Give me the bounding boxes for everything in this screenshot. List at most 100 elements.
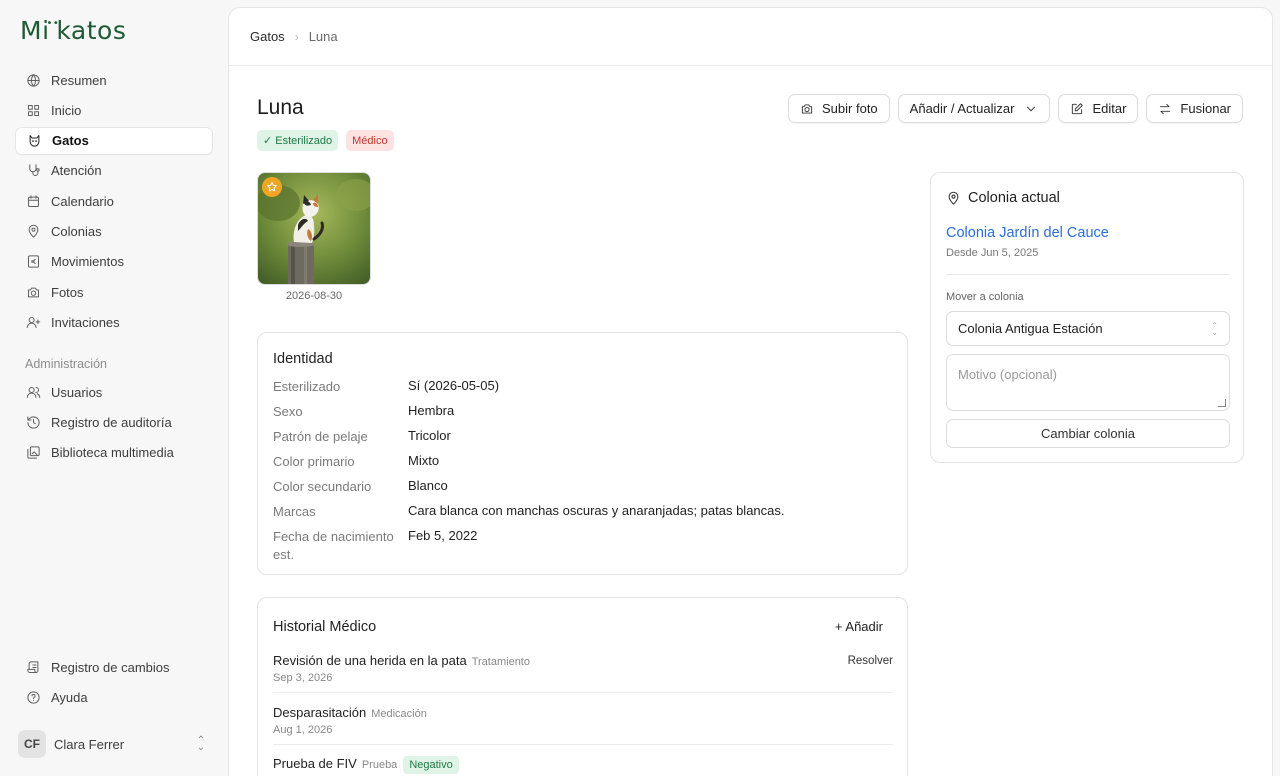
- camera-icon: [25, 284, 41, 300]
- row-value: Blanco: [408, 478, 448, 493]
- identity-title: Identidad: [273, 351, 333, 367]
- colony-title: Colonia actual: [968, 190, 1060, 206]
- edit-button[interactable]: Editar: [1058, 94, 1139, 123]
- resize-handle-icon[interactable]: [1218, 399, 1226, 407]
- change-colony-button[interactable]: Cambiar colonia: [946, 419, 1230, 448]
- sidebar-item-calendario[interactable]: Calendario: [15, 187, 213, 215]
- sidebar-item-fotos[interactable]: Fotos: [15, 278, 213, 306]
- sidebar-item-resumen[interactable]: Resumen: [15, 66, 213, 94]
- upload-photo-button[interactable]: Subir foto: [788, 94, 890, 123]
- app-logo[interactable]: Mi••katos: [20, 16, 126, 45]
- add-update-label: Añadir / Actualizar: [909, 101, 1015, 116]
- entry-category: Tratamiento: [471, 656, 530, 668]
- favorite-star-icon[interactable]: [262, 177, 282, 197]
- medical-entry[interactable]: Desparasitación Medicación Aug 1, 2026: [273, 705, 893, 736]
- row-value: Hembra: [408, 403, 455, 418]
- cat-photo[interactable]: [257, 172, 371, 285]
- sidebar-item-usuarios[interactable]: Usuarios: [15, 378, 213, 406]
- page-title: Luna: [257, 96, 304, 119]
- chevron-down-icon: [1027, 106, 1036, 111]
- sidebar-item-colonias[interactable]: Colonias: [15, 217, 213, 245]
- identity-card: Identidad Esterilizado Sí (2026-05-05) Se…: [257, 332, 908, 575]
- medical-title: Historial Médico: [273, 619, 377, 635]
- sidebar-item-label: Movimientos: [51, 254, 124, 270]
- sidebar-item-label: Fotos: [51, 284, 84, 300]
- sidebar-item-invitaciones[interactable]: Invitaciones: [15, 308, 213, 336]
- user-plus-icon: [25, 314, 41, 330]
- entry-category: Medicación: [371, 708, 427, 720]
- sidebar: Mi••katos Resumen Inicio Gatos Atención …: [0, 0, 228, 776]
- result-badge: Negativo: [403, 756, 459, 774]
- entry-title: Prueba de FIV: [273, 756, 357, 771]
- sidebar-item-label: Resumen: [51, 72, 107, 88]
- avatar: CF: [18, 730, 46, 758]
- breadcrumb-parent[interactable]: Gatos: [250, 29, 285, 44]
- sidebar-item-atencion[interactable]: Atención: [15, 157, 213, 185]
- row-key: Esterilizado: [273, 379, 341, 394]
- row-value: Sí (2026-05-05): [408, 378, 500, 393]
- sidebar-item-label: Registro de cambios: [51, 659, 170, 675]
- main-content: Gatos › Luna Luna ✓ Esterilizado Médico …: [228, 7, 1273, 776]
- globe-icon: [25, 72, 41, 88]
- medical-badge: Médico: [346, 130, 394, 151]
- entry-date: Sep 3, 2026: [273, 672, 333, 684]
- colony-link[interactable]: Colonia Jardín del Cauce: [946, 225, 1109, 241]
- move-colony-label: Mover a colonia: [946, 291, 1024, 303]
- user-menu[interactable]: CF Clara Ferrer ⌃ ⌄: [18, 729, 208, 759]
- upload-photo-label: Subir foto: [822, 101, 878, 116]
- grid-icon: [25, 102, 41, 118]
- sidebar-item-label: Atención: [51, 163, 102, 179]
- sidebar-item-gatos[interactable]: Gatos: [15, 126, 213, 155]
- row-value: Cara blanca con manchas oscuras y anaran…: [408, 503, 785, 518]
- history-icon: [25, 414, 41, 430]
- add-update-dropdown[interactable]: Añadir / Actualizar: [897, 94, 1051, 123]
- sterilized-badge: ✓ Esterilizado: [257, 130, 339, 151]
- cat-icon: [26, 133, 42, 149]
- sidebar-item-label: Inicio: [51, 102, 82, 118]
- scroll-icon: [25, 659, 41, 675]
- sidebar-item-changelog[interactable]: Registro de cambios: [15, 653, 213, 681]
- admin-nav: Usuarios Registro de auditoría Bibliotec…: [15, 378, 213, 469]
- footer-nav: Registro de cambios Ayuda: [15, 653, 213, 714]
- medical-entry[interactable]: Revisión de una herida en la pata Tratami…: [273, 653, 893, 684]
- entry-date: Aug 1, 2026: [273, 724, 333, 736]
- entry-title: Revisión de una herida en la pata: [273, 653, 467, 668]
- euro-icon: [25, 254, 41, 270]
- users-icon: [25, 384, 41, 400]
- sidebar-item-label: Usuarios: [51, 384, 103, 400]
- chevron-right-icon: ›: [294, 29, 299, 44]
- add-medical-button[interactable]: + Añadir: [835, 619, 883, 634]
- sidebar-item-label: Registro de auditoría: [51, 414, 172, 430]
- photo-date: 2026-08-30: [285, 290, 343, 302]
- page-actions: Subir foto Añadir / Actualizar Editar Fu…: [788, 94, 1243, 123]
- sidebar-item-label: Biblioteca multimedia: [51, 445, 174, 461]
- edit-label: Editar: [1092, 101, 1127, 116]
- divider: [273, 744, 893, 745]
- help-icon: [25, 689, 41, 705]
- merge-button[interactable]: Fusionar: [1146, 94, 1243, 123]
- stethoscope-icon: [25, 163, 41, 179]
- sidebar-item-label: Gatos: [52, 133, 89, 149]
- merge-label: Fusionar: [1180, 101, 1231, 116]
- colony-select-value: Colonia Antigua Estación: [958, 321, 1103, 336]
- user-name: Clara Ferrer: [54, 736, 125, 752]
- current-colony-card: Colonia actual Colonia Jardín del Cauce …: [930, 172, 1244, 463]
- sidebar-item-inicio[interactable]: Inicio: [15, 96, 213, 124]
- medical-entry[interactable]: Prueba de FIV Prueba Negativo: [273, 756, 893, 774]
- reason-textarea[interactable]: Motivo (opcional): [946, 354, 1230, 411]
- entry-category: Prueba: [361, 759, 398, 771]
- calendar-icon: [25, 193, 41, 209]
- colony-select[interactable]: Colonia Antigua Estación ⌃ ⌄: [946, 311, 1230, 346]
- row-value: Mixto: [408, 453, 440, 468]
- sidebar-item-ayuda[interactable]: Ayuda: [15, 683, 213, 711]
- row-key: Patrón de pelaje: [273, 429, 368, 444]
- resolve-button[interactable]: Resolver: [848, 655, 893, 667]
- medical-history-card: Historial Médico + Añadir Revisión de un…: [257, 597, 908, 776]
- sidebar-item-auditoria[interactable]: Registro de auditoría: [15, 408, 213, 436]
- sidebar-item-biblioteca[interactable]: Biblioteca multimedia: [15, 439, 213, 467]
- breadcrumb-current: Luna: [308, 29, 338, 44]
- camera-icon: [801, 103, 813, 114]
- sidebar-item-label: Invitaciones: [51, 314, 120, 330]
- sidebar-item-movimientos[interactable]: Movimientos: [15, 248, 213, 276]
- map-pin-icon: [25, 223, 41, 239]
